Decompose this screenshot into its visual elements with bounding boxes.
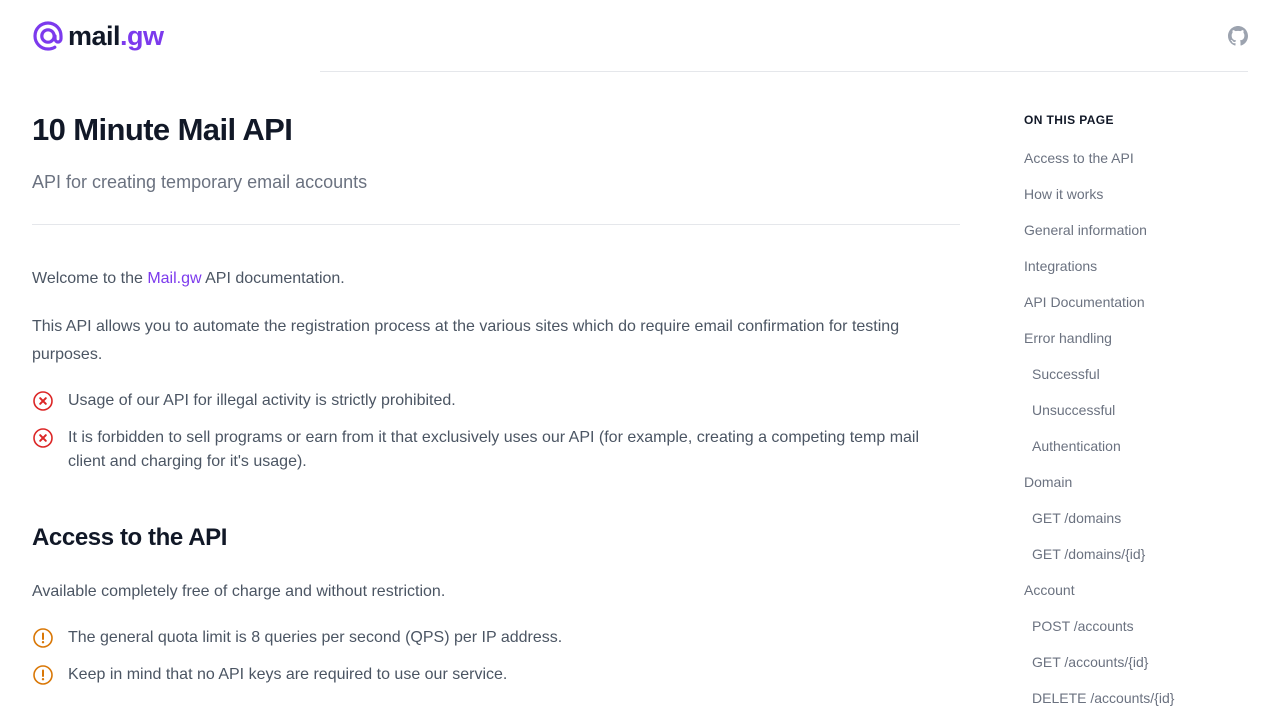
exclamation-circle-icon — [32, 664, 54, 686]
title-divider — [32, 224, 960, 225]
toc-link-error-handling[interactable]: Error handling — [1024, 328, 1264, 364]
toc-link-get-domain-by-id[interactable]: GET /domains/{id} — [1024, 544, 1264, 580]
notice-text: The general quota limit is 8 queries per… — [68, 629, 563, 646]
mail-gw-link[interactable]: Mail.gw — [147, 270, 201, 287]
access-paragraph: Available completely free of charge and … — [32, 583, 446, 600]
toc-link-integrations[interactable]: Integrations — [1024, 256, 1264, 292]
warning-text: It is forbidden to sell programs or earn… — [68, 429, 920, 470]
at-sign-icon — [32, 20, 64, 52]
site-logo[interactable]: mail.gw — [32, 20, 164, 52]
exclamation-circle-icon — [32, 627, 54, 649]
github-link[interactable] — [1228, 26, 1248, 46]
page-subtitle: API for creating temporary email account… — [32, 172, 368, 192]
toc-link-successful[interactable]: Successful — [1024, 364, 1264, 400]
warning-item: Usage of our API for illegal activity is… — [32, 389, 960, 413]
logo-text-accent: .gw — [120, 21, 164, 51]
logo-text: mail.gw — [68, 20, 164, 52]
site-header: mail.gw — [0, 0, 1280, 72]
error-circle-icon — [32, 390, 54, 412]
notice-item: Keep in mind that no API keys are requir… — [32, 663, 960, 687]
page-title: 10 Minute Mail API — [32, 112, 293, 147]
toc-link-how-it-works[interactable]: How it works — [1024, 184, 1264, 220]
warning-item: It is forbidden to sell programs or earn… — [32, 426, 960, 474]
section-heading-access: Access to the API — [32, 524, 228, 551]
intro-paragraph: Welcome to the Mail.gw API documentation… — [32, 265, 960, 293]
toc-title: ON THIS PAGE — [1024, 113, 1114, 127]
toc-link-access[interactable]: Access to the API — [1024, 148, 1264, 184]
intro-text-after: API documentation. — [201, 270, 345, 287]
toc-link-unsuccessful[interactable]: Unsuccessful — [1024, 400, 1264, 436]
header-divider — [320, 71, 1248, 72]
intro-text-before: Welcome to the — [32, 270, 148, 287]
warning-text: Usage of our API for illegal activity is… — [68, 392, 456, 409]
logo-text-main: mail — [68, 21, 121, 51]
toc-link-authentication[interactable]: Authentication — [1024, 436, 1264, 472]
table-of-contents: ON THIS PAGE Access to the API How it wo… — [1024, 110, 1264, 724]
description-paragraph: This API allows you to automate the regi… — [32, 318, 900, 363]
toc-link-general-information[interactable]: General information — [1024, 220, 1264, 256]
main-content: 10 Minute Mail API API for creating temp… — [32, 100, 960, 685]
notice-text: Keep in mind that no API keys are requir… — [68, 666, 508, 683]
toc-link-get-account-by-id[interactable]: GET /accounts/{id} — [1024, 652, 1264, 688]
error-circle-icon — [32, 427, 54, 449]
toc-link-api-documentation[interactable]: API Documentation — [1024, 292, 1264, 328]
toc-link-delete-account-by-id[interactable]: DELETE /accounts/{id} — [1024, 688, 1264, 724]
toc-link-post-accounts[interactable]: POST /accounts — [1024, 616, 1264, 652]
toc-link-account[interactable]: Account — [1024, 580, 1264, 616]
github-icon — [1228, 26, 1248, 46]
toc-link-domain[interactable]: Domain — [1024, 472, 1264, 508]
toc-link-get-domains[interactable]: GET /domains — [1024, 508, 1264, 544]
toc-list: Access to the API How it works General i… — [1024, 148, 1264, 724]
notice-item: The general quota limit is 8 queries per… — [32, 626, 960, 650]
